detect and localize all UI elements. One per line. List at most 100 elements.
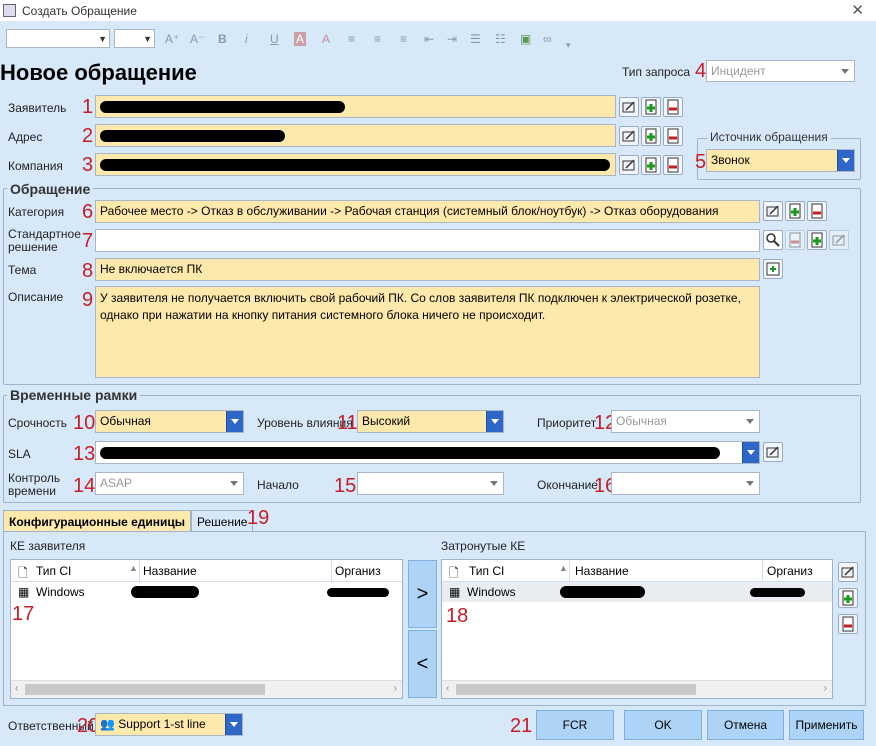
subject-action-button[interactable] bbox=[763, 259, 783, 279]
company-field[interactable] bbox=[95, 153, 616, 176]
table-row[interactable]: ▦ Windows bbox=[442, 582, 832, 602]
end-select[interactable] bbox=[611, 472, 760, 495]
window-title: Создать Обращение bbox=[22, 4, 137, 18]
urgency-select[interactable]: Обычная bbox=[95, 410, 244, 433]
remove-category-button[interactable] bbox=[807, 201, 827, 221]
standard-solution-field[interactable] bbox=[95, 229, 760, 252]
remove-address-button[interactable] bbox=[663, 126, 683, 146]
col-type-header[interactable]: Тип CI bbox=[469, 564, 504, 578]
shrink-font-icon[interactable]: A⁻ bbox=[190, 32, 204, 46]
edit-company-button[interactable] bbox=[619, 155, 639, 175]
marker-4: 4 bbox=[695, 60, 707, 82]
remove-ci-button[interactable] bbox=[838, 614, 858, 634]
end-label: Окончание bbox=[537, 478, 598, 492]
description-label: Описание bbox=[8, 290, 64, 304]
grow-font-icon[interactable]: A⁺ bbox=[165, 32, 179, 46]
edit-category-button[interactable] bbox=[763, 201, 783, 221]
font-color-icon[interactable]: A bbox=[322, 32, 330, 46]
close-icon[interactable]: ✕ bbox=[851, 1, 864, 19]
start-select[interactable] bbox=[357, 472, 504, 495]
applicant-label: Заявитель bbox=[8, 101, 67, 115]
toolbar-overflow-icon[interactable]: ▾ bbox=[566, 40, 571, 51]
category-label: Категория bbox=[8, 205, 65, 219]
col-org-header[interactable]: Организ bbox=[767, 564, 813, 578]
redacted-org bbox=[327, 588, 389, 597]
add-company-button[interactable] bbox=[641, 155, 661, 175]
ci-type-cell: Windows bbox=[467, 585, 516, 599]
col-org-header[interactable]: Организ bbox=[335, 564, 381, 578]
sort-icon: ▲ bbox=[129, 563, 138, 573]
horizontal-scrollbar[interactable]: ‹ › bbox=[11, 680, 402, 698]
edit-applicant-button[interactable] bbox=[619, 97, 639, 117]
move-left-button[interactable]: < bbox=[408, 630, 437, 698]
align-center-icon[interactable]: ≡ bbox=[374, 32, 381, 46]
italic-icon[interactable]: i bbox=[245, 32, 248, 46]
marker-18: 18 bbox=[446, 605, 469, 627]
highlight-icon[interactable]: A bbox=[294, 32, 307, 46]
col-name-header[interactable]: Название bbox=[143, 564, 197, 578]
edit-ci-button[interactable] bbox=[838, 562, 858, 582]
fcr-button[interactable]: FCR bbox=[536, 710, 614, 740]
tab-configuration-items[interactable]: Конфигурационные единицы bbox=[3, 510, 192, 532]
table-row[interactable]: ▦ Windows bbox=[11, 582, 402, 602]
edit-address-button[interactable] bbox=[619, 126, 639, 146]
add-category-button[interactable] bbox=[785, 201, 805, 221]
ok-button[interactable]: OK bbox=[624, 710, 702, 740]
marker-17: 17 bbox=[12, 603, 35, 625]
subject-field[interactable]: Не включается ПК bbox=[95, 258, 760, 281]
image-icon[interactable]: ▣ bbox=[520, 32, 531, 46]
font-size-select[interactable]: ▼ bbox=[114, 29, 155, 48]
request-type-select[interactable]: Инцидент bbox=[706, 60, 855, 82]
marker-2: 2 bbox=[82, 125, 94, 147]
cancel-button[interactable]: Отмена bbox=[707, 710, 784, 740]
add-ci-button[interactable] bbox=[838, 588, 858, 608]
col-type-header[interactable]: Тип CI bbox=[36, 564, 71, 578]
request-type-label: Тип запроса bbox=[622, 65, 691, 79]
underline-icon[interactable]: U bbox=[270, 32, 279, 46]
bold-icon[interactable]: B bbox=[218, 32, 227, 46]
time-control-select[interactable]: ASAP bbox=[95, 472, 244, 495]
add-applicant-button[interactable] bbox=[641, 97, 661, 117]
priority-select[interactable]: Обычная bbox=[611, 410, 760, 433]
search-icon[interactable] bbox=[763, 230, 783, 250]
app-icon bbox=[3, 4, 16, 17]
link-icon[interactable]: ∞ bbox=[543, 32, 552, 46]
ci-right-title: Затронутые КЕ bbox=[441, 539, 526, 553]
ci-right-list[interactable]: 🗋 Тип CI ▲ Название Организ ▦ Windows ‹ … bbox=[441, 559, 833, 699]
tab-solution[interactable]: Решение bbox=[191, 510, 254, 532]
ci-left-header: 🗋 Тип CI ▲ Название Организ bbox=[11, 560, 402, 582]
remove-applicant-button[interactable] bbox=[663, 97, 683, 117]
horizontal-scrollbar[interactable]: ‹ › bbox=[442, 680, 832, 698]
sla-select[interactable] bbox=[95, 441, 760, 464]
time-control-label: Контроль времени bbox=[8, 471, 61, 498]
priority-label: Приоритет bbox=[537, 416, 597, 430]
remove-solution-button[interactable] bbox=[785, 230, 805, 250]
align-right-icon[interactable]: ≡ bbox=[400, 32, 407, 46]
description-field[interactable]: У заявителя не получается включить свой … bbox=[95, 286, 760, 378]
marker-7: 7 bbox=[82, 230, 94, 252]
title-bar: Создать Обращение ✕ bbox=[0, 0, 876, 22]
source-select[interactable]: Звонок bbox=[706, 149, 855, 172]
align-left-icon[interactable]: ≡ bbox=[348, 32, 355, 46]
address-field[interactable] bbox=[95, 124, 616, 147]
font-family-select[interactable]: ▼ bbox=[6, 29, 110, 48]
outdent-icon[interactable]: ⇤ bbox=[424, 32, 434, 46]
move-right-button[interactable]: > bbox=[408, 560, 437, 628]
bullet-list-icon[interactable]: ☰ bbox=[470, 32, 481, 46]
applicant-field[interactable] bbox=[95, 95, 616, 118]
indent-icon[interactable]: ⇥ bbox=[447, 32, 457, 46]
edit-sla-button[interactable] bbox=[763, 442, 783, 462]
impact-select[interactable]: Высокий bbox=[357, 410, 504, 433]
numbered-list-icon[interactable]: ☷ bbox=[495, 32, 506, 46]
responsible-select[interactable]: 👥 Support 1-st line bbox=[95, 713, 243, 736]
add-solution-button[interactable] bbox=[807, 230, 827, 250]
remove-company-button[interactable] bbox=[663, 155, 683, 175]
edit-solution-button[interactable] bbox=[829, 230, 849, 250]
col-name-header[interactable]: Название bbox=[575, 564, 629, 578]
category-field[interactable]: Рабочее место -> Отказ в обслуживании ->… bbox=[95, 200, 760, 223]
add-address-button[interactable] bbox=[641, 126, 661, 146]
ci-left-list[interactable]: 🗋 Тип CI ▲ Название Организ ▦ Windows ‹ … bbox=[10, 559, 403, 699]
apply-button[interactable]: Применить bbox=[789, 710, 864, 740]
standard-solution-label: Стандартное решение bbox=[8, 227, 81, 254]
marker-5: 5 bbox=[695, 151, 707, 173]
